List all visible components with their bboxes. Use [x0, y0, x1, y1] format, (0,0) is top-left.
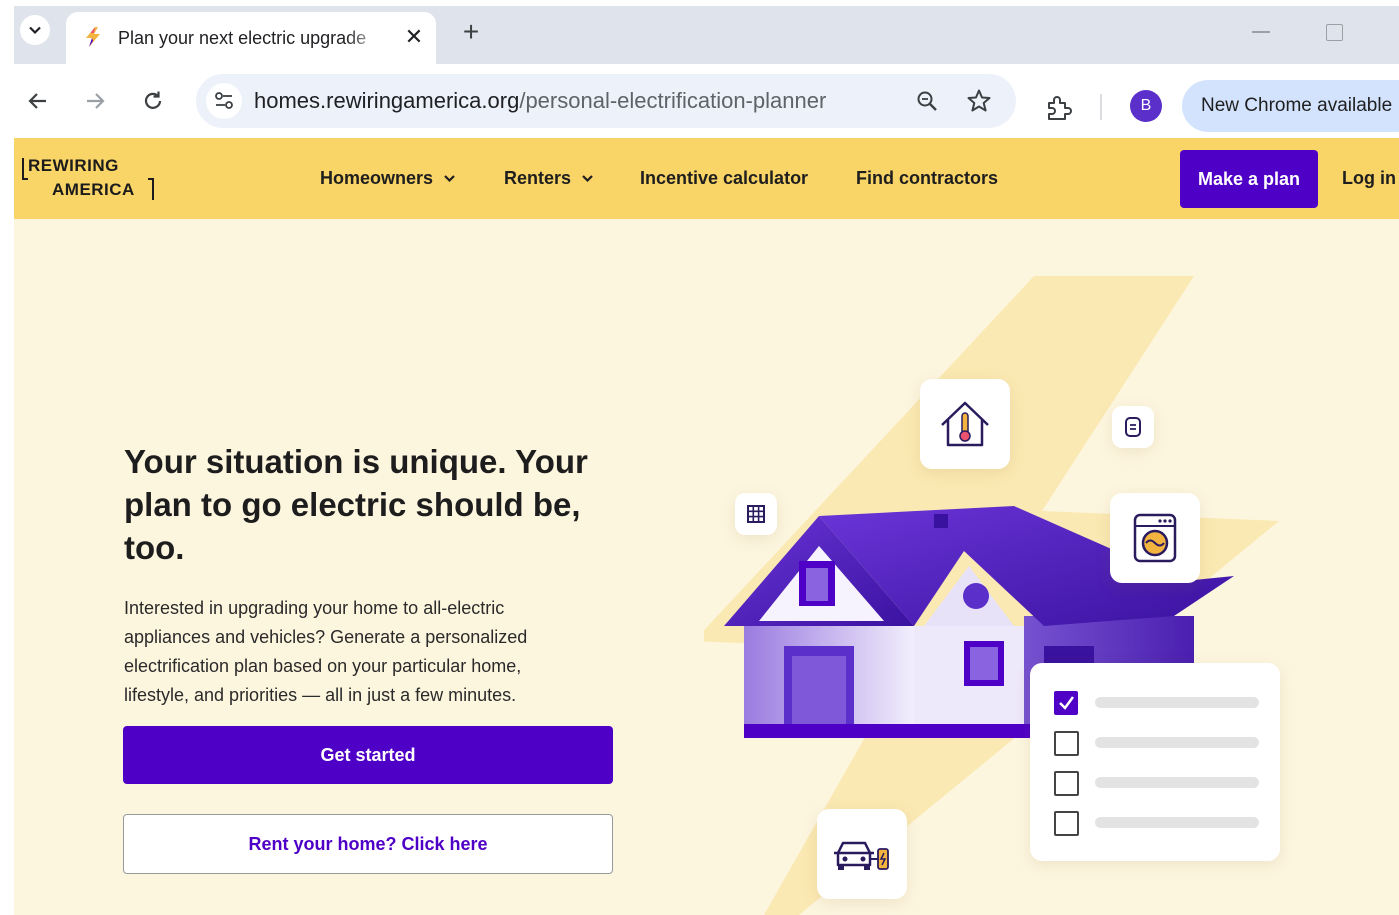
lightning-favicon-icon [86, 27, 100, 47]
hero-title: Your situation is unique. Your plan to g… [124, 443, 588, 566]
logo-line-2: AMERICA [52, 180, 135, 199]
rent-your-home-button[interactable]: Rent your home? Click here [123, 814, 613, 874]
logo-bracket-right [148, 178, 154, 200]
new-tab-button[interactable]: + [456, 18, 486, 48]
logo-line-1: REWIRING [28, 156, 119, 175]
solar-panel-card [735, 493, 777, 535]
hero-description: Interested in upgrading your home to all… [124, 598, 528, 705]
url-text[interactable]: homes.rewiringamerica.org/personal-elect… [254, 88, 826, 114]
log-in-link[interactable]: Log in [1342, 168, 1396, 189]
maximize-icon[interactable] [1326, 24, 1343, 41]
reload-icon[interactable] [140, 88, 166, 114]
house-thermometer-icon [941, 401, 989, 447]
tab-strip: Plan your next electric upgrade ✕ + [14, 6, 1399, 64]
toolbar-separator [1100, 94, 1102, 120]
chevron-down-icon [29, 26, 41, 35]
nav-incentive-calculator[interactable]: Incentive calculator [640, 168, 808, 189]
nav-renters-label: Renters [504, 168, 572, 188]
profile-avatar[interactable]: B [1130, 90, 1162, 122]
address-bar[interactable]: homes.rewiringamerica.org/personal-elect… [196, 74, 1016, 128]
minimize-icon[interactable] [1252, 31, 1270, 33]
browser-toolbar: homes.rewiringamerica.org/personal-elect… [14, 64, 1399, 138]
browser-tab-active[interactable]: Plan your next electric upgrade ✕ [66, 12, 436, 64]
make-a-plan-button[interactable]: Make a plan [1180, 150, 1318, 208]
tab-title: Plan your next electric upgrade [118, 28, 367, 48]
hero-illustration [704, 271, 1304, 915]
extensions-icon[interactable] [1044, 94, 1072, 122]
dryer-icon [1133, 513, 1177, 563]
url-domain: homes.rewiringamerica.org [254, 88, 520, 113]
nav-find-contractors-label: Find contractors [856, 168, 999, 188]
zoom-icon[interactable] [914, 88, 940, 114]
chevron-down-icon [582, 175, 593, 183]
solar-panel-icon [747, 505, 765, 523]
water-heater-icon [1125, 417, 1141, 437]
tab-search-button[interactable] [20, 15, 50, 45]
chevron-down-icon [444, 175, 455, 183]
checklist [1054, 691, 1259, 836]
get-started-button[interactable]: Get started [123, 726, 613, 784]
url-path: /personal-electrification-planner [519, 88, 827, 113]
nav-incentive-calculator-label: Incentive calculator [640, 168, 809, 188]
nav-homeowners-label: Homeowners [320, 168, 434, 188]
hero-text-block: Your situation is unique. Your plan to g… [124, 440, 624, 710]
site-header: REWIRING AMERICA Homeowners Renters Ince… [14, 138, 1399, 219]
dryer-card [1110, 493, 1200, 583]
rewiring-america-logo[interactable]: REWIRING AMERICA [22, 156, 172, 202]
ev-charger-icon [834, 841, 889, 870]
tab-close-icon[interactable]: ✕ [402, 25, 426, 49]
back-icon[interactable] [25, 88, 51, 114]
ev-charger-card [817, 809, 907, 899]
new-chrome-available-button[interactable]: New Chrome available [1182, 80, 1399, 132]
browser-window: Plan your next electric upgrade ✕ + home… [14, 6, 1399, 915]
water-heater-card [1112, 406, 1154, 448]
nav-find-contractors[interactable]: Find contractors [856, 168, 998, 189]
update-chip-label: New Chrome available [1201, 95, 1393, 116]
forward-icon[interactable] [82, 88, 108, 114]
bookmark-star-icon[interactable] [966, 88, 992, 114]
checklist-card [1030, 663, 1280, 861]
nav-homeowners[interactable]: Homeowners [320, 168, 456, 189]
heat-pump-card [920, 379, 1010, 469]
nav-renters[interactable]: Renters [504, 168, 594, 189]
site-info-icon[interactable] [206, 83, 242, 119]
